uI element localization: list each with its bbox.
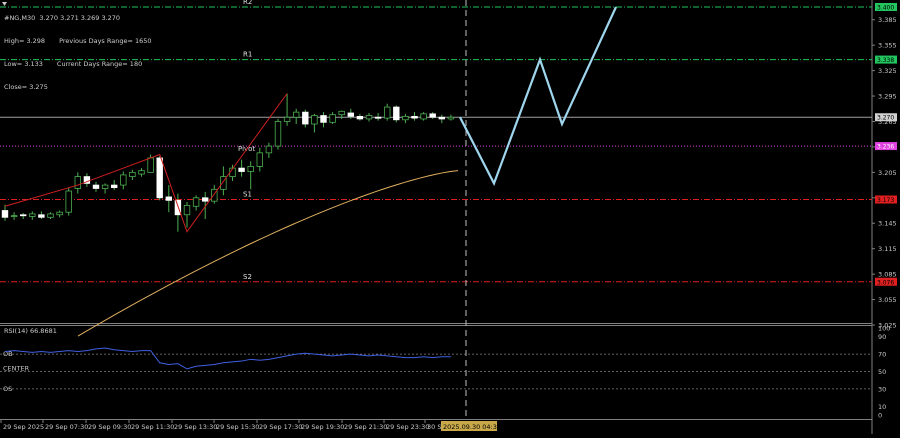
candle-bear: [92, 184, 100, 189]
price-tick-label: 3.355: [878, 42, 897, 50]
candle-bear: [19, 214, 27, 217]
candle-bull: [311, 115, 318, 125]
candle-bull: [420, 113, 427, 120]
candle-bear: [393, 106, 400, 121]
candle-bear: [347, 112, 354, 117]
candle-bull: [447, 116, 455, 120]
price-tick-label: 3.385: [878, 16, 897, 24]
rsi-title: RSI(14) 66.8681: [4, 327, 57, 335]
time-marker-label: 2025.09.30 04:30: [443, 423, 501, 431]
candle-bull: [402, 115, 409, 121]
candle-bull: [256, 152, 263, 167]
rsi-tick-label: 0: [878, 412, 882, 420]
time-tick-label: 29 Sep 15:30: [216, 423, 259, 431]
candle-bear: [238, 167, 245, 172]
candle-bull: [365, 115, 373, 120]
r1-price-tag-label: 3.338: [877, 57, 894, 64]
candle-bear: [356, 115, 364, 120]
candle-bear: [374, 116, 382, 119]
price-tick-label: 3.295: [878, 93, 897, 101]
price-tick-label: 3.205: [878, 169, 897, 177]
s1-price-tag-label: 3.173: [877, 197, 894, 204]
r1-label: R1: [243, 51, 252, 59]
chart-window[interactable]: 3.3853.3553.3253.2953.2653.2353.2053.175…: [0, 0, 900, 434]
price-tick-label: 3.055: [878, 296, 897, 304]
curr-range-value: Current Days Range= 180: [56, 59, 143, 68]
time-tick-label: 29 Sep 17:30: [259, 423, 302, 431]
price-tick-label: 3.145: [878, 220, 897, 228]
candle-bull: [10, 215, 18, 218]
candle-bull: [274, 121, 282, 147]
candle-bull: [56, 211, 63, 216]
candle-bear: [1, 210, 9, 218]
zigzag-line: [4, 93, 288, 233]
moving-average-line: [77, 170, 459, 337]
candle-bear: [411, 115, 418, 119]
price-tick-label: 3.085: [878, 271, 897, 279]
time-tick-label: 29 Sep 2025: [3, 423, 44, 431]
candle-bull: [129, 171, 136, 178]
rsi-tick-label: 100: [878, 325, 890, 333]
candle-bear: [165, 196, 172, 201]
candle-bear: [438, 116, 445, 120]
rsi-tick-label: 70: [878, 351, 886, 359]
candle-bear: [201, 197, 209, 202]
candle-bull: [265, 145, 273, 154]
time-tick-label: 29 Sep 13:30: [174, 423, 217, 431]
candle-bear: [156, 157, 163, 199]
low-value: Low= 3.133: [4, 59, 43, 68]
time-tick-label: 29 Sep 23:30: [386, 423, 429, 431]
time-tick-label: 29 Sep 11:30: [131, 423, 174, 431]
s1-label: S1: [243, 190, 252, 198]
candle-bull: [292, 111, 300, 118]
rsi-tick-label: 10: [878, 403, 886, 411]
time-tick-label: 29 Sep 21:30: [344, 423, 387, 431]
candle-bull: [183, 205, 191, 216]
current-price-tag-label: 3.270: [877, 115, 894, 122]
candle-bull: [120, 174, 127, 186]
forecast-line: [459, 6, 617, 187]
candle-bull: [192, 197, 200, 207]
candle-bull: [147, 157, 154, 173]
candle-bull: [65, 190, 72, 213]
rsi-line: [4, 347, 451, 370]
candle-bull: [138, 170, 145, 175]
s2-label: S2: [243, 273, 252, 281]
rsi-center-label: CENTER: [3, 365, 30, 373]
price-tick-label: 3.115: [878, 245, 897, 253]
prev-range-value: Previous Days Range= 1650: [59, 36, 152, 45]
pivot-price-tag-label: 3.236: [877, 144, 894, 151]
high-value: High= 3.298: [4, 36, 46, 45]
candle-bear: [38, 214, 45, 218]
candle-bear: [111, 184, 118, 189]
candle-bull: [329, 114, 336, 123]
candle-bull: [74, 176, 81, 189]
time-tick-label: 29 Sep 19:30: [301, 423, 344, 431]
symbol-line: #NG,M30 3.270 3.271 3.269 3.270: [4, 14, 121, 23]
candle-bull: [247, 166, 254, 172]
candle-bull: [101, 184, 109, 189]
time-tick-label: 29 Sep 09:30: [88, 423, 131, 431]
close-value: Close= 3.275: [4, 82, 48, 91]
r2-price-tag-label: 3.400: [877, 5, 894, 12]
s2-price-tag-label: 3.076: [877, 279, 894, 286]
candle-bull: [29, 213, 36, 217]
candle-bear: [429, 113, 436, 118]
rsi-tick-label: 90: [878, 333, 886, 341]
rsi-tick-label: 50: [878, 368, 886, 376]
candle-bull: [338, 110, 345, 116]
candle-bear: [302, 111, 309, 125]
symbol-info-panel: #NG,M30 3.270 3.271 3.269 3.270 High= 3.…: [4, 0, 152, 106]
rsi-os-label: OS: [3, 385, 12, 393]
candle-bull: [47, 213, 54, 218]
rsi-tick-label: 30: [878, 385, 886, 393]
candle-bear: [320, 115, 327, 123]
price-tick-label: 3.325: [878, 67, 897, 75]
candle-bull: [283, 116, 291, 122]
candle-bull: [383, 106, 391, 119]
time-tick-label: 29 Sep 07:30: [45, 423, 88, 431]
r2-label: R2: [243, 0, 252, 6]
